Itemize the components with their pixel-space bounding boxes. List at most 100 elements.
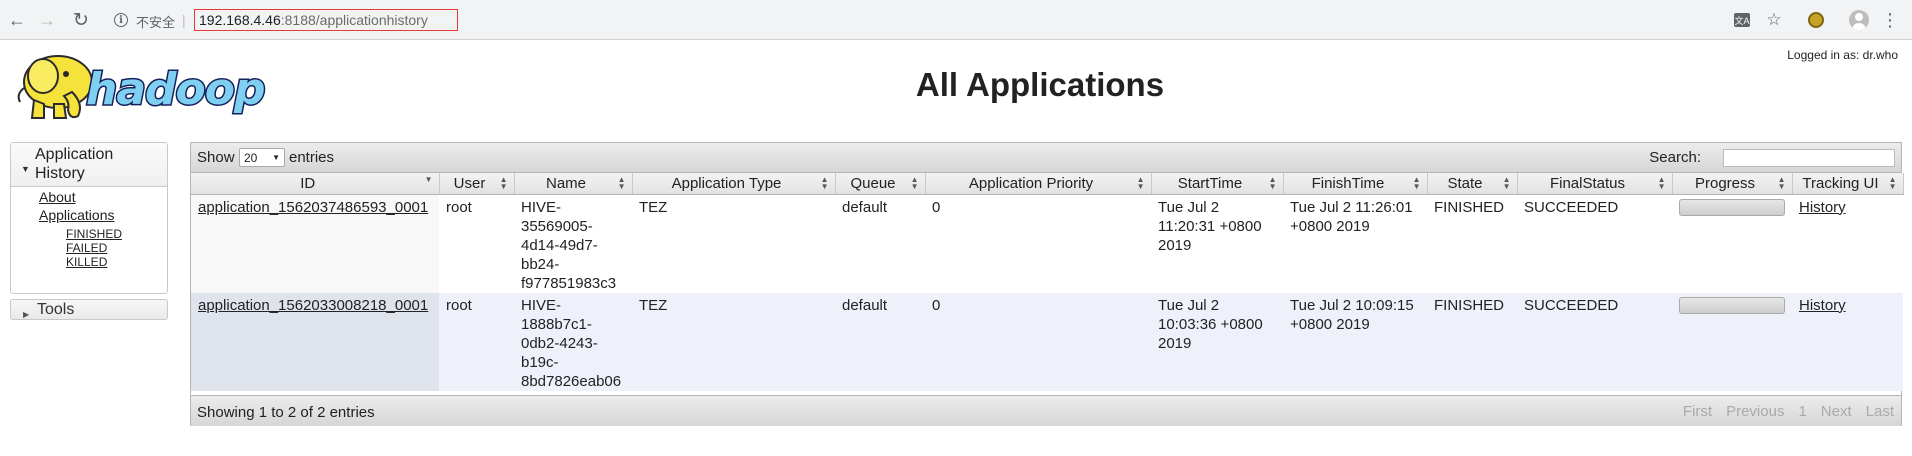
pager-next-button[interactable]: Next (1814, 400, 1859, 424)
sort-icon: ▲ ▼ (820, 175, 829, 191)
sort-icon: ▲ ▼ (1502, 175, 1511, 191)
application-id-link[interactable]: application_1562033008218_0001 (198, 297, 428, 314)
column-header-user[interactable]: User ▲ ▼ (439, 173, 515, 195)
column-header-label: User (453, 174, 486, 192)
column-header-label: Name (545, 174, 586, 192)
extension-icon[interactable] (1806, 10, 1826, 30)
column-header-label: ID (300, 174, 316, 192)
column-header-label: Application Priority (968, 174, 1094, 192)
search-label: Search: (1649, 149, 1701, 166)
site-info-icon[interactable]: i (114, 13, 128, 27)
column-header-label: State (1447, 174, 1483, 192)
address-separator: | (182, 12, 186, 28)
column-header-id[interactable]: ID ▼ (191, 173, 440, 195)
sidebar-item-killed[interactable]: KILLED (66, 255, 107, 269)
applications-table-panel: Show 20 ▼ entries Search: ID ▼ User ▲ ▼ Nam… (190, 142, 1904, 426)
pager-previous-button[interactable]: Previous (1719, 400, 1791, 424)
sort-icon: ▲ ▼ (499, 175, 508, 191)
column-header-label: FinalStatus (1549, 174, 1626, 192)
sort-icon: ▲ ▼ (1412, 175, 1421, 191)
chevron-down-icon: ▼ (272, 153, 280, 162)
column-header-starttime[interactable]: StartTime ▲ ▼ (1151, 173, 1284, 195)
sort-icon: ▲ ▼ (1657, 175, 1666, 191)
sort-icon: ▲ ▼ (910, 175, 919, 191)
column-header-progress[interactable]: Progress ▲ ▼ (1672, 173, 1793, 195)
column-header-queue[interactable]: Queue ▲ ▼ (835, 173, 926, 195)
logged-in-user: Logged in as: dr.who (1787, 48, 1898, 62)
column-header-label: FinishTime (1311, 174, 1385, 192)
column-header-label: Queue (850, 174, 896, 192)
pagination: First Previous 1 Next Last (1676, 400, 1901, 424)
sort-icon: ▲ ▼ (1888, 175, 1897, 191)
application-id-link[interactable]: application_1562037486593_0001 (198, 199, 428, 216)
entries-per-page-value: 20 (244, 150, 258, 165)
cell-application-type: TEZ (632, 292, 835, 391)
column-header-finishtime[interactable]: FinishTime ▲ ▼ (1283, 173, 1428, 195)
sidebar-nav: ▼ Application History About Applications… (10, 142, 168, 294)
column-header-finalstatus[interactable]: FinalStatus ▲ ▼ (1517, 173, 1673, 195)
history-link[interactable]: History (1799, 199, 1846, 216)
search-input[interactable] (1723, 149, 1895, 167)
show-label: Show (197, 149, 235, 166)
cell-queue: default (835, 194, 925, 293)
sort-icon: ▲ ▼ (1136, 175, 1145, 191)
table-row: application_1562037486593_0001 root HIVE… (191, 194, 1903, 293)
sort-icon: ▲ ▼ (617, 175, 626, 191)
sidebar-section-application-history[interactable]: ▼ Application History (11, 143, 167, 187)
cell-name: HIVE-35569005-4d14-49d7-bb24-f977851983c… (514, 194, 632, 293)
column-header-application-priority[interactable]: Application Priority ▲ ▼ (925, 173, 1152, 195)
url-text[interactable]: 192.168.4.46:8188/applicationhistory (194, 9, 458, 31)
progress-bar (1679, 198, 1785, 216)
table-header-row: ID ▼ User ▲ ▼ Name ▲ ▼ Application Type ▲ ▼ Que… (191, 173, 1904, 195)
cell-starttime: Tue Jul 2 10:03:36 +0800 2019 (1151, 292, 1283, 391)
bookmark-star-icon[interactable]: ☆ (1764, 10, 1784, 30)
column-header-tracking-ui[interactable]: Tracking UI ▲ ▼ (1792, 173, 1904, 195)
sidebar-section-tools[interactable]: ▶ Tools (10, 299, 168, 320)
column-header-name[interactable]: Name ▲ ▼ (514, 173, 633, 195)
forward-arrow-icon[interactable]: → (36, 9, 58, 31)
pager-last-button[interactable]: Last (1859, 400, 1901, 424)
sidebar-item-finished[interactable]: FINISHED (66, 227, 122, 241)
profile-avatar-icon[interactable] (1848, 10, 1870, 30)
column-header-application-type[interactable]: Application Type ▲ ▼ (632, 173, 836, 195)
back-arrow-icon[interactable]: ← (6, 9, 28, 31)
cell-user: root (439, 292, 514, 391)
translate-icon[interactable]: 文A (1732, 10, 1752, 30)
browser-menu-icon[interactable]: ⋮ (1881, 10, 1899, 30)
cell-state: FINISHED (1427, 194, 1517, 293)
cell-id: application_1562033008218_0001 (191, 292, 439, 391)
cell-id: application_1562037486593_0001 (191, 194, 439, 293)
entries-label: entries (289, 149, 335, 166)
sidebar-item-about[interactable]: About (39, 189, 76, 205)
cell-progress (1672, 292, 1792, 391)
table-info: Showing 1 to 2 of 2 entries (197, 404, 375, 421)
sort-desc-icon: ▼ (424, 175, 433, 184)
sidebar-item-failed[interactable]: FAILED (66, 241, 107, 255)
url-host: 192.168.4.46 (199, 12, 281, 28)
column-header-label: Application Type (671, 174, 782, 192)
cell-starttime: Tue Jul 2 11:20:31 +0800 2019 (1151, 194, 1283, 293)
progress-bar (1679, 296, 1785, 314)
sidebar-section-title: Application History (35, 146, 114, 182)
cell-name: HIVE-1888b7c1-0db2-4243-b19c-8bd7826eab0… (514, 292, 632, 391)
url-path: :8188/applicationhistory (280, 12, 428, 28)
cell-priority: 0 (925, 194, 1151, 293)
cell-finishtime: Tue Jul 2 10:09:15 +0800 2019 (1283, 292, 1427, 391)
address-bar[interactable]: i 不安全 | 192.168.4.46:8188/applicationhis… (104, 6, 1724, 34)
cell-queue: default (835, 292, 925, 391)
pager-page-1-button[interactable]: 1 (1791, 400, 1813, 424)
cell-finalstatus: SUCCEEDED (1517, 292, 1672, 391)
entries-per-page-select[interactable]: 20 ▼ (239, 148, 285, 167)
reload-icon[interactable]: ↻ (70, 9, 92, 31)
cell-state: FINISHED (1427, 292, 1517, 391)
pager-first-button[interactable]: First (1676, 400, 1719, 424)
sort-icon: ▲ ▼ (1777, 175, 1786, 191)
column-header-state[interactable]: State ▲ ▼ (1427, 173, 1518, 195)
sidebar-tools-label: Tools (37, 301, 75, 318)
column-header-label: Tracking UI (1802, 174, 1879, 192)
sidebar-item-applications[interactable]: Applications (39, 207, 115, 223)
history-link[interactable]: History (1799, 297, 1846, 314)
browser-toolbar: ← → ↻ i 不安全 | 192.168.4.46:8188/applicat… (0, 0, 1912, 40)
table-row: application_1562033008218_0001 root HIVE… (191, 292, 1903, 391)
sort-icon: ▲ ▼ (1268, 175, 1277, 191)
